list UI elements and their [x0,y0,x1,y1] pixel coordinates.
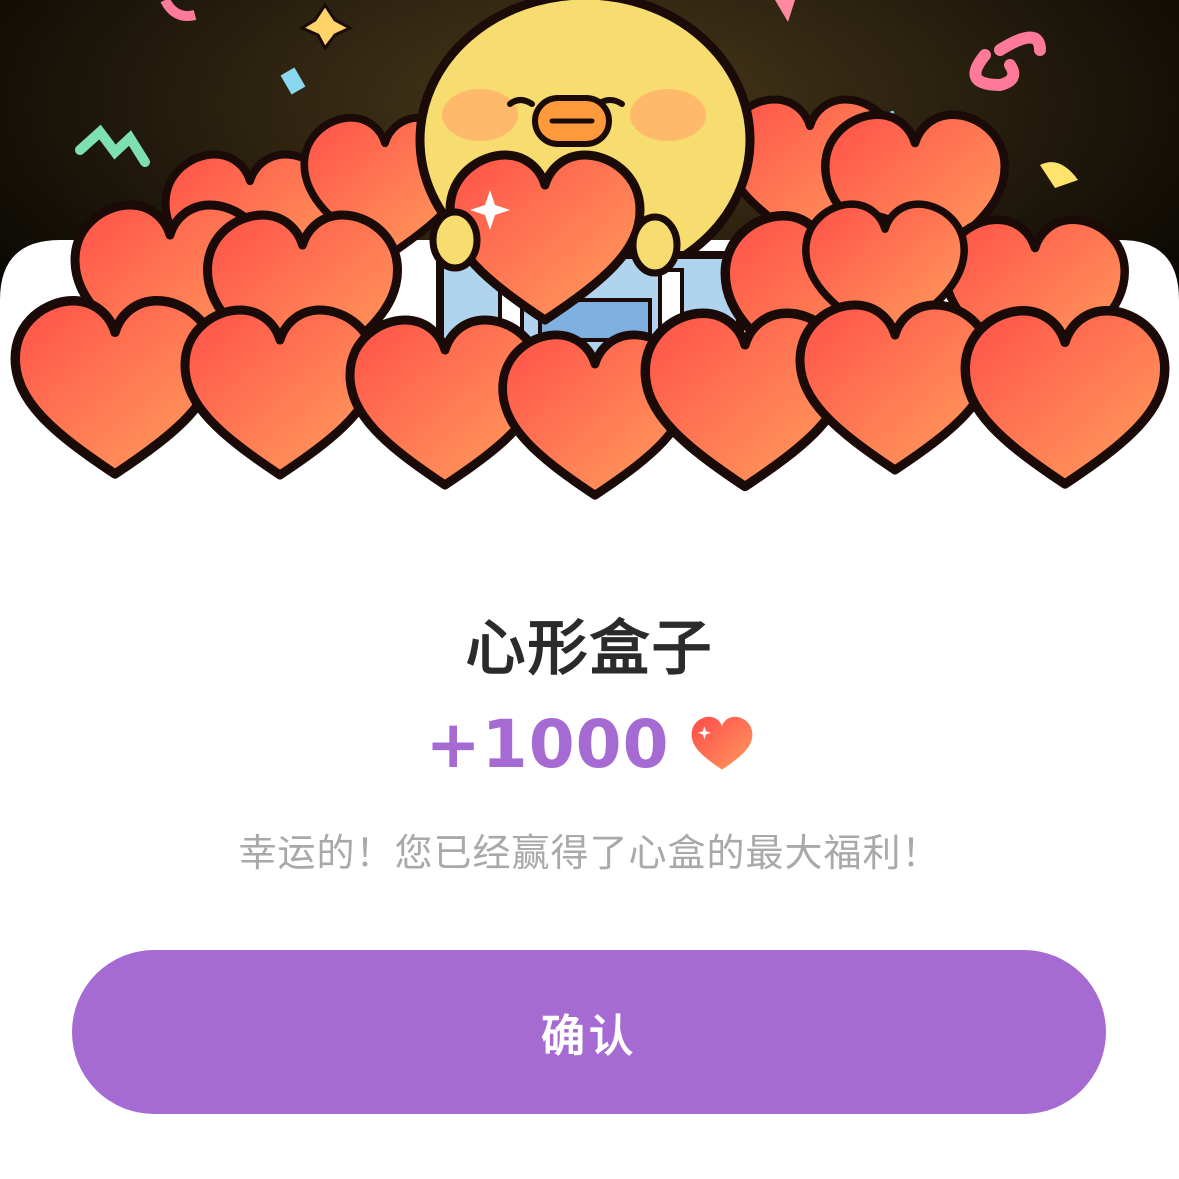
reward-illustration [0,0,1179,520]
dialog-title: 心形盒子 [465,614,714,684]
confirm-button[interactable]: 确认 [72,950,1106,1114]
heart-icon [691,716,752,770]
reward-message: 幸运的！您已经赢得了心盒的最大福利！ [238,831,941,875]
reward-amount: +1000 [425,705,670,783]
reward-row: +1000 [0,705,1179,783]
hearts-and-chick-illustration [0,0,1179,520]
